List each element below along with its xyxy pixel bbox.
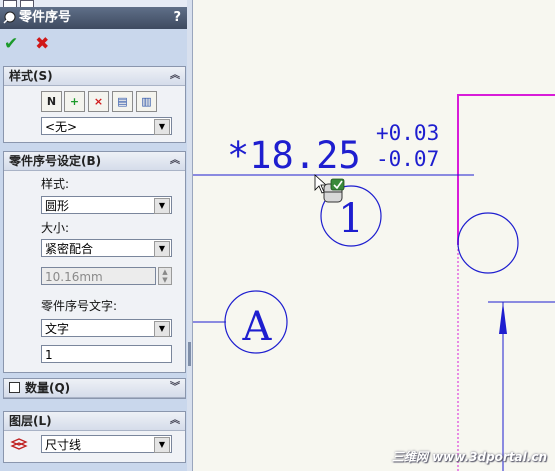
tolerance-lower[interactable]: -0.07 bbox=[376, 147, 439, 171]
quantity-group-title: 数量(Q) bbox=[25, 381, 71, 395]
chevron-down-icon[interactable]: ▼ bbox=[154, 437, 170, 453]
splitter-handle[interactable] bbox=[188, 342, 191, 366]
cursor-balloon-icon bbox=[314, 174, 345, 203]
tolerance-upper[interactable]: +0.03 bbox=[376, 121, 439, 145]
dimension-arrow bbox=[499, 302, 507, 334]
balloon-size-value: 紧密配合 bbox=[45, 242, 94, 256]
layer-group-title: 图层(L) bbox=[9, 414, 52, 428]
quantity-group-header[interactable]: 数量(Q) ︾ bbox=[4, 379, 185, 398]
chevron-down-icon[interactable]: ▼ bbox=[154, 119, 170, 135]
collapse-chevron-icon[interactable]: ︽ bbox=[170, 67, 180, 85]
balloon-style-value: 圆形 bbox=[45, 199, 70, 213]
property-manager-title-bar: 零件序号 ? bbox=[0, 7, 187, 29]
save-style-button[interactable]: ▤ bbox=[112, 91, 133, 112]
watermark: 三维网 www.3dportal.cn bbox=[391, 450, 547, 464]
load-style-button[interactable]: ▥ bbox=[136, 91, 157, 112]
balloon-size-select[interactable]: 紧密配合 ▼ bbox=[41, 239, 172, 257]
cancel-button[interactable]: ✖ bbox=[35, 34, 55, 54]
delete-style-button[interactable]: × bbox=[88, 91, 109, 112]
balloon-1-text: 1 bbox=[338, 196, 363, 242]
expand-chevron-icon[interactable]: ︾ bbox=[170, 379, 180, 397]
quantity-group: 数量(Q) ︾ bbox=[3, 378, 186, 399]
balloon-settings-group: 零件序号设定(B) ︽ 样式: 圆形 ▼ 大小: 紧密配合 ▼ 10.16mm … bbox=[3, 151, 186, 373]
style-group-title: 样式(S) bbox=[9, 69, 53, 83]
collapse-chevron-icon[interactable]: ︽ bbox=[170, 412, 180, 430]
dimension-value[interactable]: *18.25 bbox=[227, 134, 361, 177]
balloon-style-label: 样式: bbox=[41, 177, 70, 191]
drawing-canvas[interactable]: *18.25 +0.03 -0.07 1 A bbox=[193, 0, 555, 471]
balloon-text-label: 零件序号文字: bbox=[41, 299, 118, 313]
default-style-button[interactable]: N bbox=[41, 91, 62, 112]
chevron-down-icon[interactable]: ▼ bbox=[154, 321, 170, 337]
collapse-chevron-icon[interactable]: ︽ bbox=[170, 152, 180, 170]
custom-size-input[interactable]: 10.16mm bbox=[41, 267, 156, 285]
balloon-text-select[interactable]: 文字 ▼ bbox=[41, 319, 172, 337]
balloon-text-value: 文字 bbox=[45, 322, 70, 336]
balloon-settings-header[interactable]: 零件序号设定(B) ︽ bbox=[4, 152, 185, 171]
quantity-checkbox[interactable] bbox=[9, 382, 20, 393]
size-spin-button[interactable]: ▲ ▼ bbox=[158, 267, 172, 285]
layer-group: 图层(L) ︽ 尺寸线 ▼ bbox=[3, 411, 186, 463]
chevron-down-icon[interactable]: ▼ bbox=[154, 241, 170, 257]
layer-group-header[interactable]: 图层(L) ︽ bbox=[4, 412, 185, 431]
manager-tabs bbox=[0, 0, 187, 8]
add-style-button[interactable]: + bbox=[64, 91, 85, 112]
balloon-icon bbox=[3, 11, 16, 24]
layer-select-value: 尺寸线 bbox=[45, 438, 82, 452]
balloon-style-select[interactable]: 圆形 ▼ bbox=[41, 196, 172, 214]
property-manager-panel: 零件序号 ? ✔ ✖ 样式(S) ︽ N + × ▤ ▥ <无> ▼ 零件序号设… bbox=[0, 0, 188, 471]
style-select-value: <无> bbox=[45, 120, 78, 134]
page-title: 零件序号 bbox=[19, 10, 72, 25]
sheet-circle bbox=[457, 212, 519, 274]
style-select[interactable]: <无> ▼ bbox=[41, 117, 172, 135]
balloon-a-text: A bbox=[242, 304, 273, 350]
style-toolbar: N + × ▤ ▥ bbox=[4, 87, 185, 115]
help-button[interactable]: ? bbox=[173, 7, 181, 29]
ok-cancel-bar: ✔ ✖ bbox=[4, 34, 61, 54]
layers-icon bbox=[10, 438, 28, 450]
ok-button[interactable]: ✔ bbox=[4, 34, 24, 54]
chevron-down-icon[interactable]: ▼ bbox=[154, 198, 170, 214]
balloon-settings-title: 零件序号设定(B) bbox=[9, 154, 102, 168]
style-group: 样式(S) ︽ N + × ▤ ▥ <无> ▼ bbox=[3, 66, 186, 143]
style-group-header[interactable]: 样式(S) ︽ bbox=[4, 67, 185, 86]
sheet-border bbox=[457, 94, 555, 245]
layer-select[interactable]: 尺寸线 ▼ bbox=[41, 435, 172, 453]
balloon-size-label: 大小: bbox=[41, 221, 70, 235]
balloon-text-input[interactable]: 1 bbox=[41, 345, 172, 363]
